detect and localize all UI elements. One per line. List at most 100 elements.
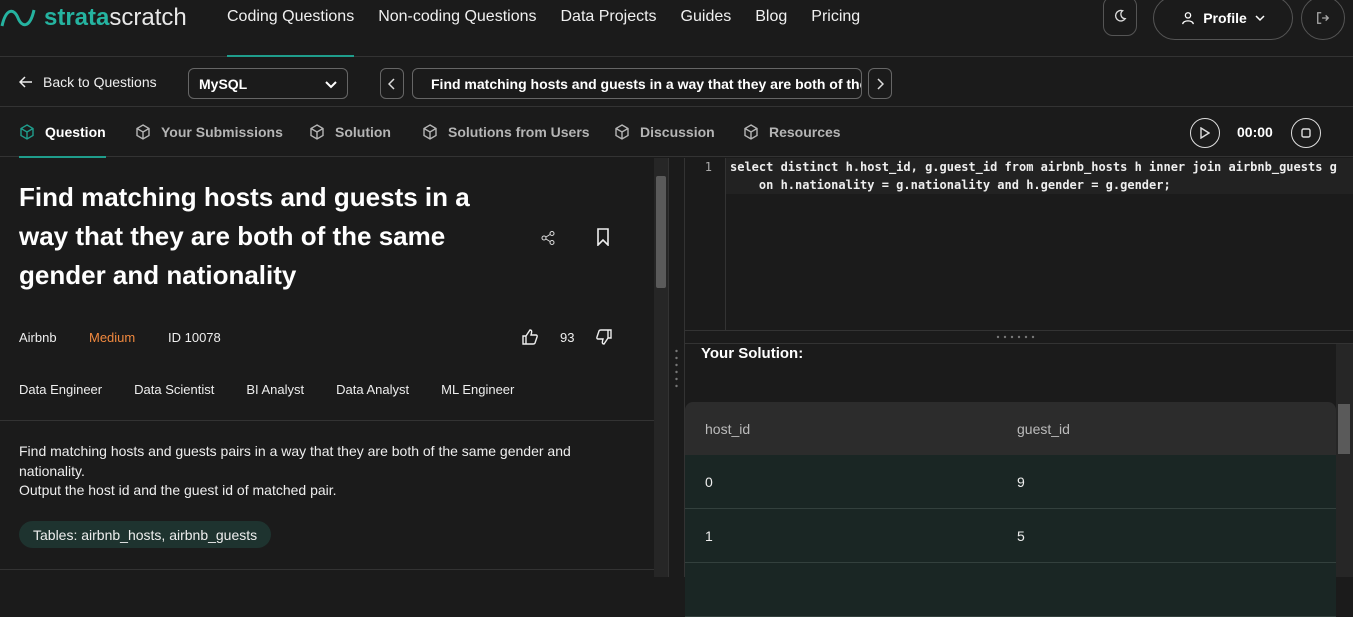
next-question-button[interactable] (868, 68, 892, 99)
tab-solutions-from-users[interactable]: Solutions from Users (422, 107, 590, 157)
brand-logo[interactable]: strata scratch (0, 4, 187, 32)
dialect-select[interactable]: MySQL (188, 68, 348, 99)
cube-icon (20, 124, 34, 140)
tab-label: Resources (769, 124, 841, 140)
nav-data-projects[interactable]: Data Projects (561, 0, 657, 57)
code-editor[interactable]: 1 select distinct h.host_id, g.guest_id … (685, 158, 1353, 330)
table-row: 0 9 (685, 455, 1336, 509)
question-selector[interactable]: Find matching hosts and guests in a way … (412, 68, 862, 99)
bookmark-button[interactable] (595, 228, 611, 251)
code-content[interactable]: select distinct h.host_id, g.guest_id fr… (726, 158, 1353, 194)
description-line: Find matching hosts and guests pairs in … (19, 443, 571, 479)
description-line: Output the host id and the guest id of m… (19, 482, 337, 498)
tables-chip[interactable]: Tables: airbnb_hosts, airbnb_guests (19, 521, 272, 548)
tab-label: Solution (335, 124, 391, 140)
nav-guides[interactable]: Guides (681, 0, 732, 57)
thumbs-up-icon (522, 329, 538, 345)
profile-label: Profile (1203, 10, 1247, 26)
thumbs-down-icon (596, 329, 612, 345)
previous-question-button[interactable] (380, 68, 404, 99)
chevron-left-icon (388, 77, 395, 90)
role-tags: Data Engineer Data Scientist BI Analyst … (19, 382, 514, 397)
main-nav: Coding Questions Non-coding Questions Da… (227, 0, 884, 57)
question-title: Find matching hosts and guests in a way … (19, 182, 470, 290)
timer-display: 00:00 (1237, 124, 1273, 140)
back-to-questions-link[interactable]: Back to Questions (19, 74, 157, 90)
play-icon (1200, 127, 1210, 139)
table-row: 1 5 (685, 509, 1336, 563)
result-heading: Your Solution: (701, 345, 804, 362)
share-icon (541, 231, 555, 245)
tabs-bar: Question Your Submissions Solution Solut… (0, 107, 1353, 158)
moon-icon (1115, 9, 1127, 22)
table-cell: 9 (1017, 474, 1025, 490)
question-toolbar: Back to Questions MySQL Find matching ho… (0, 57, 1353, 107)
divider (0, 420, 654, 421)
chevron-down-icon (1255, 15, 1265, 22)
start-timer-button[interactable] (1190, 118, 1220, 148)
share-button[interactable] (540, 230, 556, 251)
role-tag[interactable]: ML Engineer (441, 382, 514, 397)
scrollbar-thumb[interactable] (1338, 404, 1350, 454)
table-cell: 1 (705, 528, 713, 544)
tab-label: Discussion (640, 124, 715, 140)
profile-button[interactable]: Profile (1153, 0, 1293, 40)
bookmark-icon (597, 228, 609, 247)
dialect-value: MySQL (199, 75, 248, 92)
cube-icon (744, 124, 758, 140)
tab-label: Your Submissions (161, 124, 283, 140)
tab-your-submissions[interactable]: Your Submissions (135, 107, 283, 157)
logout-button[interactable] (1301, 0, 1345, 40)
code-line: on h.nationality = g.nationality and h.g… (730, 178, 1171, 192)
difficulty-badge: Medium (89, 330, 136, 345)
result-scrollbar[interactable] (1336, 344, 1353, 577)
table-cell: 0 (705, 474, 713, 490)
brand-name-part1: strata (44, 4, 110, 31)
line-number: 1 (704, 160, 712, 174)
upvote-button[interactable] (521, 328, 539, 351)
cube-icon (310, 124, 324, 140)
panel-resize-handle[interactable] (668, 158, 685, 577)
result-panel: Your Solution: host_id guest_id 0 9 1 5 (685, 344, 1336, 617)
tab-resources[interactable]: Resources (743, 107, 841, 157)
code-line: select distinct h.host_id, g.guest_id fr… (730, 160, 1337, 174)
tab-discussion[interactable]: Discussion (614, 107, 715, 157)
drag-handle-icon (996, 335, 1035, 339)
drag-handle-icon (675, 349, 678, 388)
chevron-right-icon (877, 77, 884, 90)
stop-icon (1301, 128, 1311, 138)
role-tag[interactable]: Data Engineer (19, 382, 102, 397)
nav-coding-questions[interactable]: Coding Questions (227, 0, 355, 57)
tab-label: Solutions from Users (448, 124, 590, 140)
logout-icon (1317, 12, 1330, 24)
tab-question[interactable]: Question (19, 107, 106, 158)
editor-resize-handle[interactable] (685, 330, 1353, 344)
question-scrollbar[interactable] (654, 158, 668, 577)
chevron-down-icon (325, 80, 337, 88)
downvote-button[interactable] (595, 328, 613, 351)
cube-icon (136, 124, 150, 140)
back-label: Back to Questions (43, 74, 157, 90)
role-tag[interactable]: Data Analyst (336, 382, 409, 397)
role-tag[interactable]: BI Analyst (246, 382, 304, 397)
question-description: Find matching hosts and guests pairs in … (19, 442, 599, 501)
stop-timer-button[interactable] (1291, 118, 1321, 148)
line-gutter: 1 (685, 158, 726, 330)
role-tag[interactable]: Data Scientist (134, 382, 214, 397)
arrow-left-icon (19, 76, 32, 88)
company-name[interactable]: Airbnb (19, 330, 57, 345)
theme-toggle-button[interactable] (1103, 0, 1137, 36)
nav-blog[interactable]: Blog (755, 0, 787, 57)
column-header: host_id (705, 421, 751, 437)
divider (0, 569, 654, 570)
cube-icon (615, 124, 629, 140)
table-row (685, 563, 1336, 617)
nav-non-coding-questions[interactable]: Non-coding Questions (378, 0, 536, 57)
tab-label: Question (45, 124, 106, 140)
question-id: ID 10078 (168, 330, 221, 345)
nav-pricing[interactable]: Pricing (811, 0, 860, 57)
logo-mark-icon (0, 9, 36, 27)
tab-solution[interactable]: Solution (309, 107, 391, 157)
scrollbar-thumb[interactable] (656, 176, 666, 288)
user-icon (1182, 12, 1195, 25)
